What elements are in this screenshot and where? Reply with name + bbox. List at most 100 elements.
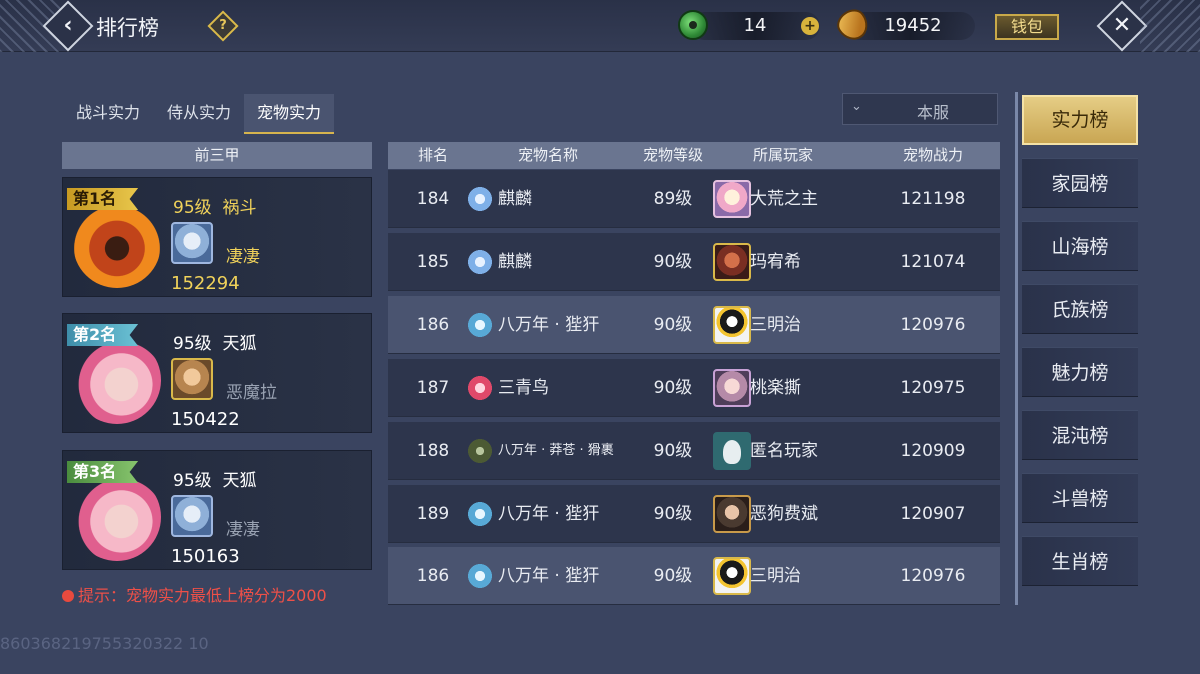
row-pet-name: 麒麟 xyxy=(498,189,532,209)
row-pet-level: 90级 xyxy=(653,441,693,461)
wallet-button[interactable]: 钱包 xyxy=(995,14,1059,40)
pet-name: 天狐 xyxy=(222,334,257,354)
min-score-tip: 提示：宠物实力最低上榜分为2000 xyxy=(62,582,327,606)
pet-name: 祸斗 xyxy=(222,198,257,218)
row-pet-name: 八万年 · 狴犴 xyxy=(498,566,600,586)
top-three-card-2[interactable]: 第2名 95级 天狐 恶魔拉 150422 xyxy=(62,313,372,433)
category-clan[interactable]: 氏族榜 xyxy=(1022,284,1138,334)
player-avatar[interactable] xyxy=(713,306,751,344)
row-pet-name: 八万年 · 莽苍 · 猾裹 xyxy=(498,443,614,458)
warning-icon xyxy=(62,589,74,602)
category-power[interactable]: 实力榜 xyxy=(1022,95,1138,145)
row-rank: 184 xyxy=(416,189,450,209)
row-pet-level: 89级 xyxy=(653,189,693,209)
row-pet-power: 120907 xyxy=(900,504,966,524)
owner-avatar[interactable] xyxy=(171,495,213,537)
bird-icon xyxy=(466,374,494,402)
category-zodiac[interactable]: 生肖榜 xyxy=(1022,536,1138,586)
header-pet-name: 宠物名称 xyxy=(517,146,578,164)
row-owner: 三明治 xyxy=(750,566,801,586)
row-pet-power: 120975 xyxy=(900,378,966,398)
owner-avatar[interactable] xyxy=(171,222,213,264)
owner-avatar[interactable] xyxy=(171,358,213,400)
pet-power: 152294 xyxy=(171,273,240,294)
rank-ribbon: 第1名 xyxy=(67,188,139,210)
category-home[interactable]: 家园榜 xyxy=(1022,158,1138,208)
qilin-icon xyxy=(466,185,494,213)
anonymous-avatar[interactable] xyxy=(713,432,751,470)
owner-name: 恶魔拉 xyxy=(226,383,277,403)
add-jade-icon[interactable]: + xyxy=(801,17,819,35)
table-row[interactable]: 184 麒麟 89级 大荒之主 121198 xyxy=(388,170,1000,228)
header-rank: 排名 xyxy=(417,146,448,164)
qilin-icon xyxy=(466,248,494,276)
beast-icon xyxy=(466,437,494,465)
top-three-card-3[interactable]: 第3名 95级 天狐 凄凄 150163 xyxy=(62,450,372,570)
ranking-table-header: 排名 宠物名称 宠物等级 所属玩家 宠物战力 xyxy=(388,142,1000,169)
table-row[interactable]: 187 三青鸟 90级 桃楽撕 120975 xyxy=(388,359,1000,417)
header-owner: 所属玩家 xyxy=(752,146,813,164)
top-bar: ‹ 排行榜 ? 14 + 19452 钱包 ✕ xyxy=(0,0,1200,52)
coin-count: 19452 xyxy=(884,15,942,36)
table-row[interactable]: 185 麒麟 90级 玛宥希 121074 xyxy=(388,233,1000,291)
pet-level-name: 95级 天狐 xyxy=(173,466,256,491)
category-charm[interactable]: 魅力榜 xyxy=(1022,347,1138,397)
row-rank: 187 xyxy=(416,378,450,398)
player-avatar[interactable] xyxy=(713,495,751,533)
row-rank: 188 xyxy=(416,441,450,461)
beast-icon xyxy=(466,311,494,339)
player-avatar[interactable] xyxy=(713,180,751,218)
row-rank: 186 xyxy=(416,315,450,335)
server-filter-value: 本服 xyxy=(916,103,949,122)
player-avatar[interactable] xyxy=(713,243,751,281)
corner-ornament xyxy=(1140,0,1200,52)
category-chaos[interactable]: 混沌榜 xyxy=(1022,410,1138,460)
help-button[interactable]: ? xyxy=(207,10,239,42)
top-three-card-1[interactable]: 第1名 95级 祸斗 凄凄 152294 xyxy=(62,177,372,297)
close-icon: ✕ xyxy=(1112,13,1132,38)
back-arrow-icon: ‹ xyxy=(63,13,73,38)
chevron-down-icon: ⌄ xyxy=(851,99,862,114)
pet-level-name: 95级 祸斗 xyxy=(173,193,256,218)
row-pet-name: 八万年 · 狴犴 xyxy=(498,504,600,524)
tab-pet-power[interactable]: 宠物实力 xyxy=(244,94,334,134)
pet-level: 95级 xyxy=(173,334,212,354)
row-rank: 189 xyxy=(416,504,450,524)
row-pet-name: 三青鸟 xyxy=(498,378,549,398)
tab-combat-power[interactable]: 战斗实力 xyxy=(62,94,154,134)
category-beast-fight[interactable]: 斗兽榜 xyxy=(1022,473,1138,523)
device-id-watermark: 860368219755320322 10 xyxy=(0,634,209,653)
jade-count: 14 xyxy=(743,15,767,36)
rank-ribbon: 第3名 xyxy=(67,461,139,483)
table-row[interactable]: 189 八万年 · 狴犴 90级 恶狗费斌 120907 xyxy=(388,485,1000,543)
row-owner: 玛宥希 xyxy=(750,252,801,272)
question-icon: ? xyxy=(219,18,227,33)
top-three-header: 前三甲 xyxy=(62,142,372,169)
player-avatar[interactable] xyxy=(713,557,751,595)
beast-icon xyxy=(466,562,494,590)
server-filter-dropdown[interactable]: ⌄ 本服 xyxy=(842,93,998,125)
row-pet-name: 八万年 · 狴犴 xyxy=(498,315,600,335)
row-pet-power: 121074 xyxy=(900,252,966,272)
table-row[interactable]: 188 八万年 · 莽苍 · 猾裹 90级 匿名玩家 120909 xyxy=(388,422,1000,480)
my-rank-row[interactable]: 186 八万年 · 狴犴 90级 三明治 120976 xyxy=(388,547,1000,605)
row-pet-level: 90级 xyxy=(653,378,693,398)
pet-portrait xyxy=(73,336,161,424)
table-scrollbar[interactable] xyxy=(1000,170,1002,606)
row-rank: 186 xyxy=(416,566,450,586)
row-owner: 桃楽撕 xyxy=(750,378,801,398)
row-pet-level: 90级 xyxy=(653,252,693,272)
tab-attendant-power[interactable]: 侍从实力 xyxy=(154,94,244,134)
category-shanhai[interactable]: 山海榜 xyxy=(1022,221,1138,271)
row-pet-name: 麒麟 xyxy=(498,252,532,272)
row-pet-power: 120976 xyxy=(900,315,966,335)
player-avatar[interactable] xyxy=(713,369,751,407)
pet-level: 95级 xyxy=(173,471,212,491)
row-pet-power: 120976 xyxy=(900,566,966,586)
jade-icon xyxy=(678,10,708,40)
table-row[interactable]: 186 八万年 · 狴犴 90级 三明治 120976 xyxy=(388,296,1000,354)
row-owner: 大荒之主 xyxy=(750,189,818,209)
header-pet-level: 宠物等级 xyxy=(642,146,703,164)
row-pet-level: 90级 xyxy=(653,566,693,586)
pet-portrait xyxy=(73,473,161,561)
